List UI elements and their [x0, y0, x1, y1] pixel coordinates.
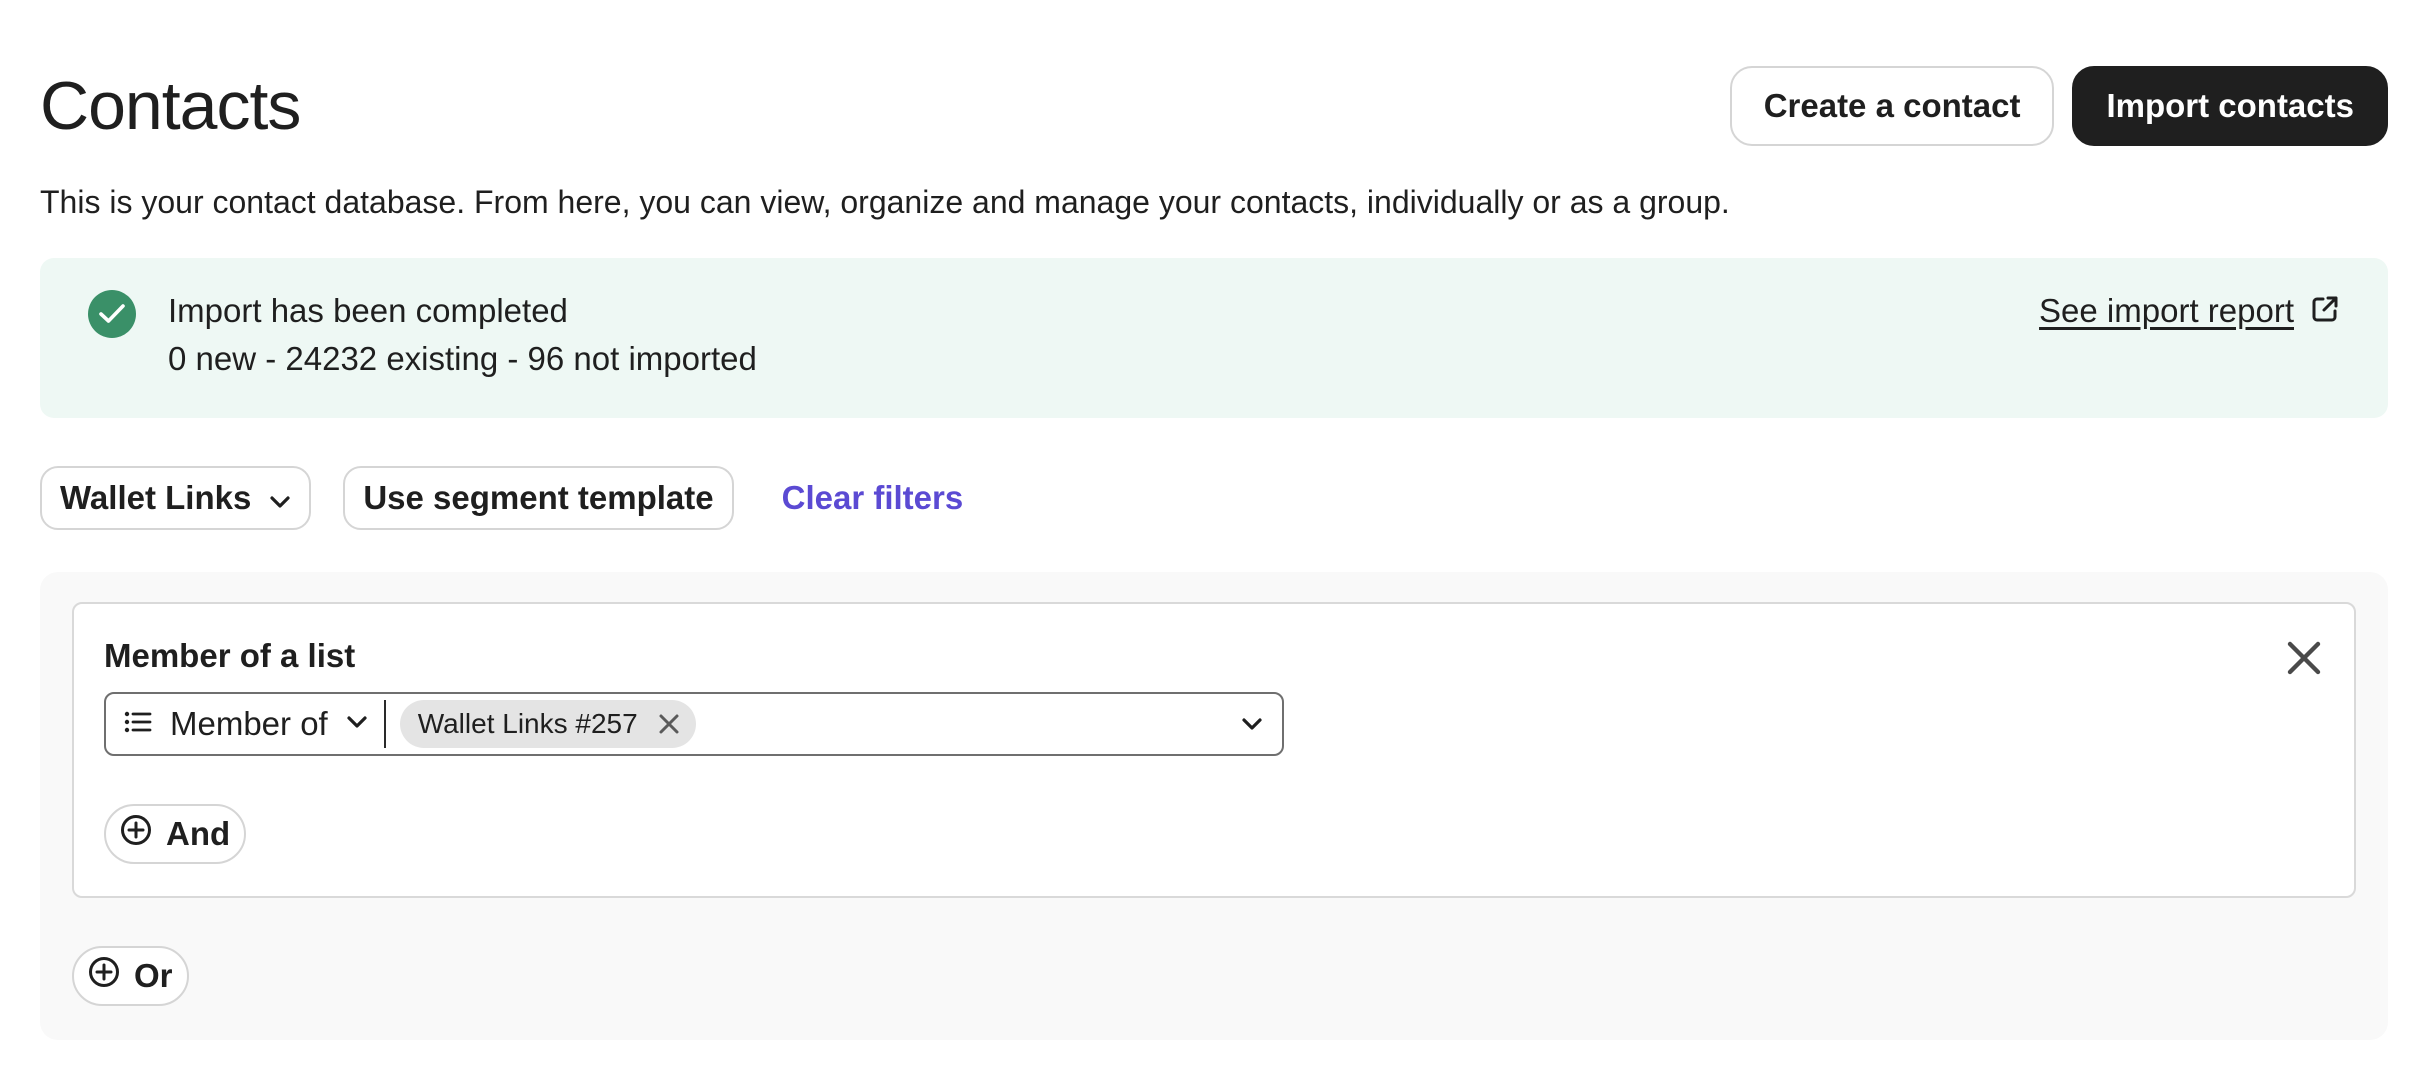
or-label: Or	[134, 957, 173, 994]
filter-toolbar: Wallet Links Use segment template Clear …	[40, 466, 963, 530]
close-icon	[659, 714, 679, 734]
operator-dropdown[interactable]: Member of	[106, 694, 368, 754]
see-import-report-link[interactable]: See import report	[2039, 288, 2340, 334]
page-description: This is your contact database. From here…	[40, 184, 1730, 220]
header-actions: Create a contact Import contacts	[1729, 66, 2388, 146]
use-segment-template-button[interactable]: Use segment template	[343, 466, 734, 530]
selector-divider	[383, 700, 386, 748]
create-contact-button[interactable]: Create a contact	[1729, 66, 2055, 146]
list-icon	[124, 710, 152, 739]
chevron-down-icon	[346, 715, 368, 734]
add-or-condition-button[interactable]: Or	[72, 946, 189, 1006]
check-circle-icon	[88, 290, 136, 338]
remove-tag-button[interactable]	[658, 713, 680, 735]
and-label: And	[166, 815, 231, 852]
plus-circle-icon	[88, 956, 120, 996]
page-title: Contacts	[40, 68, 301, 144]
external-link-icon	[2310, 294, 2340, 329]
import-status-banner: Import has been completed 0 new - 24232 …	[40, 258, 2388, 418]
filter-panel: Member of a list Member of Wallet Links …	[40, 572, 2388, 1040]
chevron-down-icon	[1242, 718, 1262, 730]
operator-label: Member of	[170, 705, 328, 742]
condition-title: Member of a list	[104, 637, 356, 674]
segment-dropdown-label: Wallet Links	[60, 479, 252, 516]
clear-filters-link[interactable]: Clear filters	[782, 479, 964, 517]
chevron-down-icon	[269, 479, 291, 517]
import-contacts-button[interactable]: Import contacts	[2072, 66, 2388, 146]
plus-circle-icon	[120, 814, 152, 854]
list-dropdown-toggle[interactable]	[1240, 712, 1264, 741]
import-status-title: Import has been completed	[168, 292, 568, 329]
condition-card: Member of a list Member of Wallet Links …	[72, 602, 2356, 898]
see-import-report-label: See import report	[2039, 292, 2294, 329]
use-segment-template-label: Use segment template	[363, 479, 714, 516]
segment-dropdown[interactable]: Wallet Links	[40, 466, 312, 530]
import-status-summary: 0 new - 24232 existing - 96 not imported	[168, 340, 757, 377]
list-membership-selector: Member of Wallet Links #257	[104, 692, 1284, 756]
close-icon	[2287, 641, 2321, 675]
selected-list-label: Wallet Links #257	[417, 708, 638, 739]
add-and-condition-button[interactable]: And	[104, 804, 247, 864]
remove-condition-button[interactable]	[2284, 638, 2324, 678]
selected-list-tag: Wallet Links #257	[399, 700, 696, 748]
